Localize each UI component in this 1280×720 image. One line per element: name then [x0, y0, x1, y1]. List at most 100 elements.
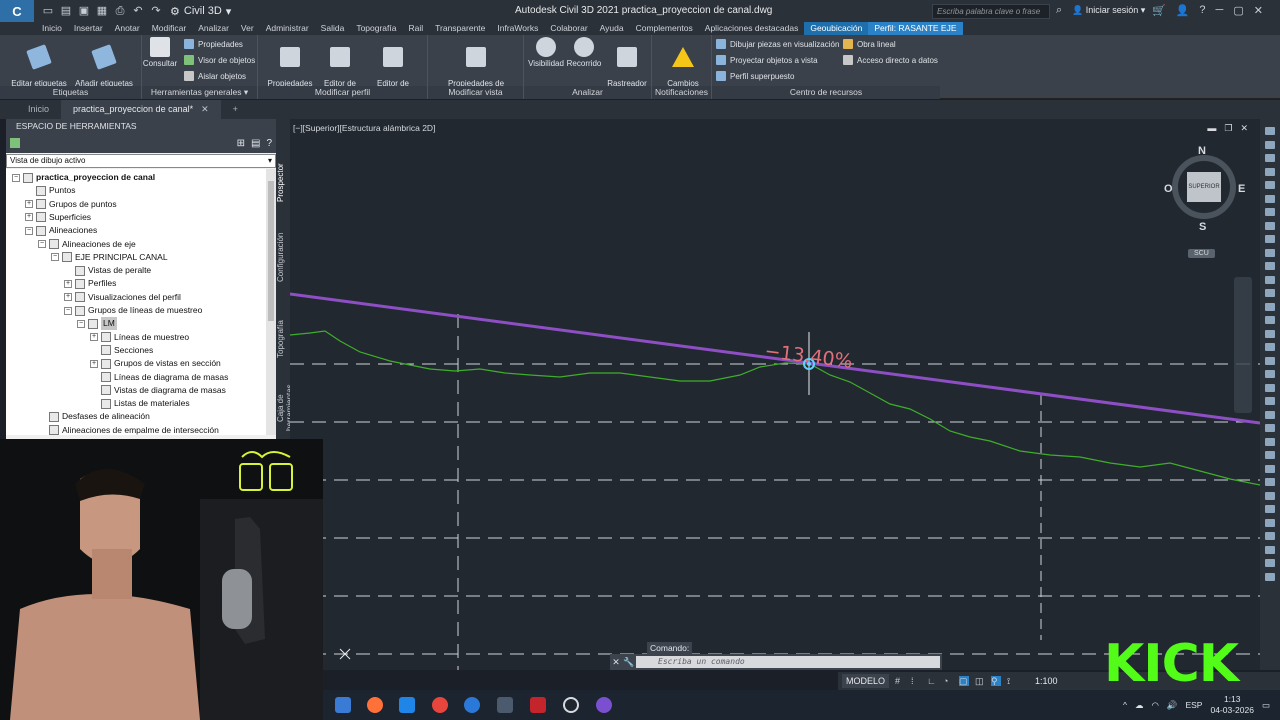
new-file-icon[interactable]: ▭ — [42, 5, 54, 17]
right-tool-icon[interactable] — [1265, 478, 1275, 486]
right-tool-icon[interactable] — [1265, 221, 1275, 230]
right-tool-icon[interactable] — [1265, 410, 1275, 419]
right-tool-icon[interactable] — [1265, 572, 1275, 581]
auto-scale-icon[interactable]: ⟟ — [1007, 676, 1017, 686]
annotation-visibility-icon[interactable]: ⚲ — [991, 676, 1002, 686]
print-icon[interactable]: ⎙ — [114, 5, 126, 17]
tree-node[interactable]: Desfases de alineación — [38, 410, 150, 423]
right-tool-icon[interactable] — [1265, 437, 1275, 446]
tree-node[interactable]: − Alineaciones de eje — [38, 238, 136, 251]
panel-title-herramientas[interactable]: Herramientas generales ▾ — [142, 86, 257, 99]
grid-display-icon[interactable]: # — [895, 676, 905, 686]
collapse-icon[interactable]: − — [51, 253, 59, 262]
right-tool-icon[interactable] — [1265, 262, 1275, 270]
tab-analizar[interactable]: Analizar — [192, 22, 235, 35]
undo-icon[interactable]: ↶ — [132, 5, 144, 17]
right-tool-icon[interactable] — [1265, 397, 1275, 405]
side-tab-configuracion[interactable]: Configuración — [276, 227, 290, 287]
viewport-minimize-button[interactable]: ▬ — [1207, 123, 1216, 134]
cart-icon[interactable]: 🛒 — [1152, 4, 1166, 17]
right-tool-icon[interactable] — [1265, 275, 1275, 284]
project-objects-button[interactable]: Proyectar objetos a vista — [716, 55, 818, 65]
expand-icon[interactable]: + — [90, 359, 98, 368]
collapse-icon[interactable]: − — [12, 173, 20, 182]
workspace-dropdown[interactable]: ⚙ Civil 3D ▾ — [170, 5, 231, 18]
tree-node[interactable]: − Alineaciones — [25, 224, 97, 237]
tree-scroll-thumb[interactable] — [268, 181, 274, 321]
volume-icon[interactable]: 🔊 — [1167, 700, 1178, 711]
snap-mode-icon[interactable]: ⁞ — [911, 676, 921, 686]
tree-node[interactable]: + Líneas de muestreo — [90, 331, 189, 344]
expand-icon[interactable]: + — [25, 200, 33, 209]
snap-tracking-icon[interactable]: ◫ — [975, 676, 985, 686]
minimize-button[interactable]: ─ — [1216, 4, 1224, 17]
right-tool-icon[interactable] — [1265, 343, 1275, 351]
navigation-bar[interactable] — [1234, 277, 1252, 413]
compass-south[interactable]: S — [1199, 221, 1206, 233]
compass-north[interactable]: N — [1198, 145, 1206, 157]
data-shortcut-button[interactable]: Acceso directo a datos — [843, 55, 938, 65]
right-tool-icon[interactable] — [1265, 532, 1275, 540]
tab-ayuda[interactable]: Ayuda — [594, 22, 630, 35]
side-tab-prospector[interactable]: Prospector — [276, 153, 290, 213]
visibility-button[interactable]: Visibilidad — [526, 37, 566, 69]
app-grid-icon[interactable] — [497, 697, 513, 713]
drive-button[interactable]: Recorrido — [566, 37, 602, 69]
polar-icon[interactable]: ◔ — [943, 676, 953, 686]
wifi-icon[interactable]: ◠ — [1151, 700, 1158, 711]
viewport-controls-label[interactable]: [−][Superior][Estructura alámbrica 2D] — [293, 123, 435, 133]
tab-rail[interactable]: Rail — [402, 22, 429, 35]
tab-colaborar[interactable]: Colaborar — [544, 22, 593, 35]
mail-icon[interactable] — [399, 697, 415, 713]
right-tool-icon[interactable] — [1265, 302, 1275, 311]
save-icon[interactable]: ▣ — [78, 5, 90, 17]
right-tool-icon[interactable] — [1265, 545, 1275, 554]
drawing-viewport[interactable]: −13.40% [−][Superior][Estructura alámbri… — [290, 119, 1260, 670]
tab-topografia[interactable]: Topografía — [350, 22, 402, 35]
tree-icon[interactable]: ⊞ — [237, 138, 245, 149]
tab-geoubicacion[interactable]: Geoubicación — [804, 22, 869, 35]
maximize-button[interactable]: ▢ — [1233, 4, 1243, 17]
clock[interactable]: 1:13 04-03-2026 — [1210, 694, 1253, 716]
app-purple-icon[interactable] — [596, 697, 612, 713]
side-tab-toolbox[interactable]: Caja de herramientas — [276, 377, 294, 439]
expand-icon[interactable]: + — [25, 213, 33, 222]
tab-home[interactable]: Inicio — [0, 100, 61, 119]
right-tool-icon[interactable] — [1265, 559, 1275, 567]
obs-icon[interactable] — [563, 697, 579, 713]
sign-in-button[interactable]: 👤 Iniciar sesión ▾ — [1072, 5, 1145, 16]
right-tool-icon[interactable] — [1265, 316, 1275, 324]
viewcube-face[interactable]: SUPERIOR — [1187, 172, 1221, 202]
side-tab-topografia[interactable]: Topografía — [276, 315, 290, 363]
annotation-scale[interactable]: 1:100 — [1035, 676, 1058, 686]
tree-node[interactable]: + Visualizaciones del perfil — [64, 291, 181, 304]
right-tool-icon[interactable] — [1265, 235, 1275, 243]
tab-salida[interactable]: Salida — [315, 22, 351, 35]
search-icon[interactable]: ⌕ — [1056, 4, 1062, 17]
tree-node[interactable]: + Perfiles — [64, 277, 116, 290]
wrench-icon[interactable]: 🔧 — [622, 657, 636, 668]
tree-node[interactable]: − LM — [77, 317, 117, 331]
draw-parts-button[interactable]: Dibujar piezas en visualización — [716, 39, 839, 49]
app-blue-icon[interactable] — [464, 697, 480, 713]
right-tool-icon[interactable] — [1265, 505, 1275, 513]
right-tool-icon[interactable] — [1265, 464, 1275, 473]
right-tool-icon[interactable] — [1265, 208, 1275, 216]
tree-node[interactable]: Alineaciones de empalme de intersección — [38, 424, 219, 435]
viewcube[interactable]: SUPERIOR N S E O — [1164, 145, 1245, 233]
collapse-icon[interactable]: − — [38, 240, 46, 248]
redo-icon[interactable]: ↷ — [150, 5, 162, 17]
tab-inicio[interactable]: Inicio — [36, 22, 68, 35]
tree-node[interactable]: Listas de materiales — [90, 397, 190, 410]
tab-perfil-rasante[interactable]: Perfil: RASANTE EJE — [868, 22, 963, 35]
firefox-icon[interactable] — [367, 697, 383, 713]
right-tool-icon[interactable] — [1265, 248, 1275, 257]
tree-node[interactable]: Líneas de diagrama de masas — [90, 371, 228, 384]
expand-icon[interactable]: + — [64, 279, 72, 288]
search-input[interactable]: Escriba palabra clave o frase — [932, 4, 1050, 19]
tree-node[interactable]: + Superficies — [25, 211, 91, 224]
command-close-icon[interactable]: ✕ — [610, 657, 622, 668]
expand-icon[interactable]: + — [90, 333, 98, 342]
tree-node[interactable]: Puntos — [25, 184, 75, 197]
model-space-button[interactable]: MODELO — [842, 674, 890, 688]
